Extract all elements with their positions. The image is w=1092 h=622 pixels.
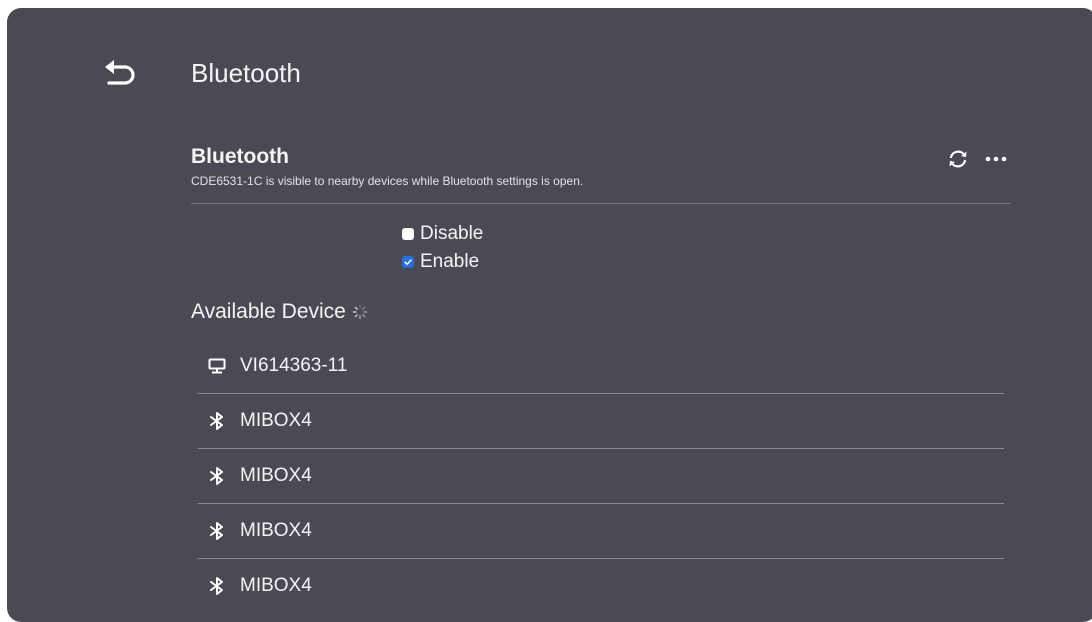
available-device-header: Available Device (191, 300, 368, 324)
checkmark-icon (404, 259, 412, 265)
enable-option[interactable]: Enable (402, 248, 483, 276)
back-button[interactable] (99, 54, 143, 94)
back-arrow-icon (105, 60, 135, 85)
device-name: MIBOX4 (240, 575, 312, 596)
bluetooth-section-header: Bluetooth CDE6531-1C is visible to nearb… (191, 145, 1011, 188)
visibility-description: CDE6531-1C is visible to nearby devices … (191, 174, 584, 188)
device-name: MIBOX4 (240, 520, 312, 541)
device-item[interactable]: MIBOX4 (198, 504, 1004, 559)
device-name: VI614363-11 (240, 355, 348, 376)
settings-panel: Bluetooth Bluetooth CDE6531-1C is visibl… (7, 8, 1092, 622)
disable-option[interactable]: Disable (402, 220, 483, 248)
device-item[interactable]: VI614363-11 (198, 339, 1004, 394)
enable-checkbox[interactable] (402, 256, 414, 268)
more-options-button[interactable] (983, 146, 1009, 172)
more-options-icon (985, 156, 1007, 162)
bluetooth-icon (206, 465, 228, 487)
bluetooth-toggle-group: Disable Enable (402, 220, 483, 276)
bluetooth-icon (206, 575, 228, 597)
loading-spinner-icon (352, 304, 368, 320)
refresh-button[interactable] (945, 146, 971, 172)
bluetooth-icon (206, 520, 228, 542)
bluetooth-section-title: Bluetooth (191, 145, 289, 168)
device-item[interactable]: MIBOX4 (198, 394, 1004, 449)
disable-label: Disable (420, 223, 484, 244)
available-device-title: Available Device (191, 300, 346, 323)
device-list: VI614363-11 MIBOX4 MIBOX4 MIBOX4 MIBOX4 (198, 339, 1004, 613)
monitor-icon (206, 355, 228, 377)
section-divider (191, 203, 1011, 204)
disable-checkbox[interactable] (402, 228, 414, 240)
section-actions (945, 146, 1009, 172)
device-name: MIBOX4 (240, 465, 312, 486)
page-title: Bluetooth (191, 58, 301, 88)
refresh-icon (949, 150, 967, 168)
bluetooth-icon (206, 410, 228, 432)
device-name: MIBOX4 (240, 410, 312, 431)
device-item[interactable]: MIBOX4 (198, 559, 1004, 613)
enable-label: Enable (420, 251, 480, 272)
device-item[interactable]: MIBOX4 (198, 449, 1004, 504)
